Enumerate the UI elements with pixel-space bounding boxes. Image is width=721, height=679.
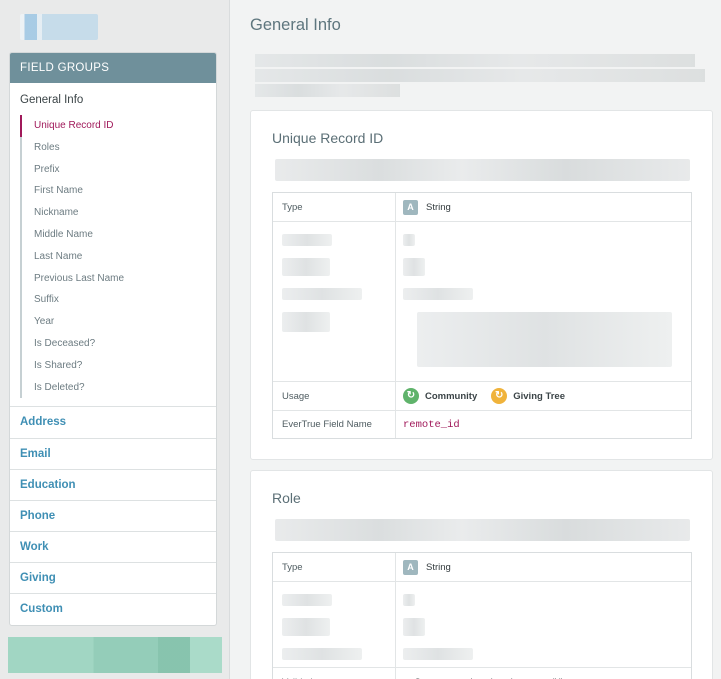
panel-header: FIELD GROUPS bbox=[10, 53, 216, 83]
group-address[interactable]: Address bbox=[10, 406, 216, 437]
field-card-unique-record-id: Unique Record ID Type A String Usage ↻ C… bbox=[250, 110, 713, 460]
table-row: Usage ↻ Community ↻ Giving Tree bbox=[273, 381, 691, 410]
group-custom[interactable]: Custom bbox=[10, 593, 216, 624]
sub-item-is-deleted[interactable]: Is Deleted? bbox=[20, 376, 216, 399]
type-key: Type bbox=[273, 553, 396, 581]
group-work[interactable]: Work bbox=[10, 531, 216, 562]
type-value-cell: A String bbox=[396, 553, 691, 581]
string-type-icon: A bbox=[403, 559, 418, 575]
field-properties-table: Type A String Usage ↻ Community ↻ Giving… bbox=[272, 192, 692, 439]
type-value: String bbox=[426, 201, 451, 213]
field-properties-table: Type A String Validation bbox=[272, 552, 692, 679]
redacted-intro-text bbox=[255, 54, 705, 99]
card-title: Unique Record ID bbox=[272, 130, 384, 146]
sub-item-suffix[interactable]: Suffix bbox=[20, 289, 216, 312]
type-value: String bbox=[426, 561, 451, 573]
sub-item-last-name[interactable]: Last Name bbox=[20, 245, 216, 268]
logo bbox=[20, 14, 98, 40]
sub-item-roles[interactable]: Roles bbox=[20, 136, 216, 159]
redacted-description bbox=[275, 519, 690, 541]
main-content: General Info Unique Record ID Type A Str… bbox=[231, 0, 721, 679]
table-row: Validation Cannot contain colon characte… bbox=[273, 667, 691, 679]
general-info-sublist: Unique Record ID Roles Prefix First Name… bbox=[10, 115, 216, 406]
sub-item-prefix[interactable]: Prefix bbox=[20, 158, 216, 181]
card-title: Role bbox=[272, 490, 301, 506]
field-card-role: Role Type A String bbox=[250, 470, 713, 679]
redacted-values bbox=[396, 582, 691, 667]
group-general-info[interactable]: General Info bbox=[10, 83, 216, 115]
sub-item-middle-name[interactable]: Middle Name bbox=[20, 223, 216, 246]
group-education[interactable]: Education bbox=[10, 468, 216, 500]
table-row: Type A String bbox=[273, 553, 691, 581]
redacted-keys bbox=[273, 222, 396, 381]
sub-item-year[interactable]: Year bbox=[20, 311, 216, 333]
table-row: Type A String bbox=[273, 193, 691, 221]
field-groups-panel: FIELD GROUPS General Info Unique Record … bbox=[9, 52, 217, 626]
usage-giving-tree: Giving Tree bbox=[513, 390, 565, 402]
table-row: EverTrue Field Name remote_id bbox=[273, 410, 691, 438]
group-phone[interactable]: Phone bbox=[10, 499, 216, 531]
giving-tree-icon: ↻ bbox=[491, 388, 508, 404]
usage-key: Usage bbox=[273, 382, 396, 410]
sub-item-previous-last-name[interactable]: Previous Last Name bbox=[20, 267, 216, 290]
sub-item-is-shared[interactable]: Is Shared? bbox=[20, 354, 216, 377]
redacted-keys bbox=[273, 582, 396, 667]
sub-item-nickname[interactable]: Nickname bbox=[20, 202, 216, 224]
redacted-footer bbox=[8, 637, 222, 673]
table-row-redacted bbox=[273, 581, 691, 667]
group-giving[interactable]: Giving bbox=[10, 562, 216, 593]
sub-item-unique-record-id[interactable]: Unique Record ID bbox=[20, 115, 216, 137]
field-name-value-cell: remote_id bbox=[396, 411, 691, 438]
community-icon: ↻ bbox=[403, 388, 419, 404]
usage-community: Community bbox=[425, 390, 478, 402]
validation-key: Validation bbox=[273, 668, 396, 679]
field-name-key: EverTrue Field Name bbox=[273, 411, 396, 438]
redacted-values bbox=[396, 222, 691, 381]
sub-item-is-deceased[interactable]: Is Deceased? bbox=[20, 332, 216, 355]
validation-value: Cannot contain colon characters ":" bbox=[396, 668, 691, 679]
field-name-value: remote_id bbox=[403, 418, 460, 431]
redacted-description bbox=[275, 159, 690, 181]
type-key: Type bbox=[273, 193, 396, 221]
sub-item-first-name[interactable]: First Name bbox=[20, 180, 216, 203]
page-title: General Info bbox=[250, 16, 341, 34]
string-type-icon: A bbox=[403, 199, 418, 215]
table-row-redacted bbox=[273, 221, 691, 381]
group-email[interactable]: Email bbox=[10, 437, 216, 469]
sidebar: FIELD GROUPS General Info Unique Record … bbox=[0, 0, 230, 679]
usage-value-cell: ↻ Community ↻ Giving Tree bbox=[396, 382, 691, 410]
type-value-cell: A String bbox=[396, 193, 691, 221]
